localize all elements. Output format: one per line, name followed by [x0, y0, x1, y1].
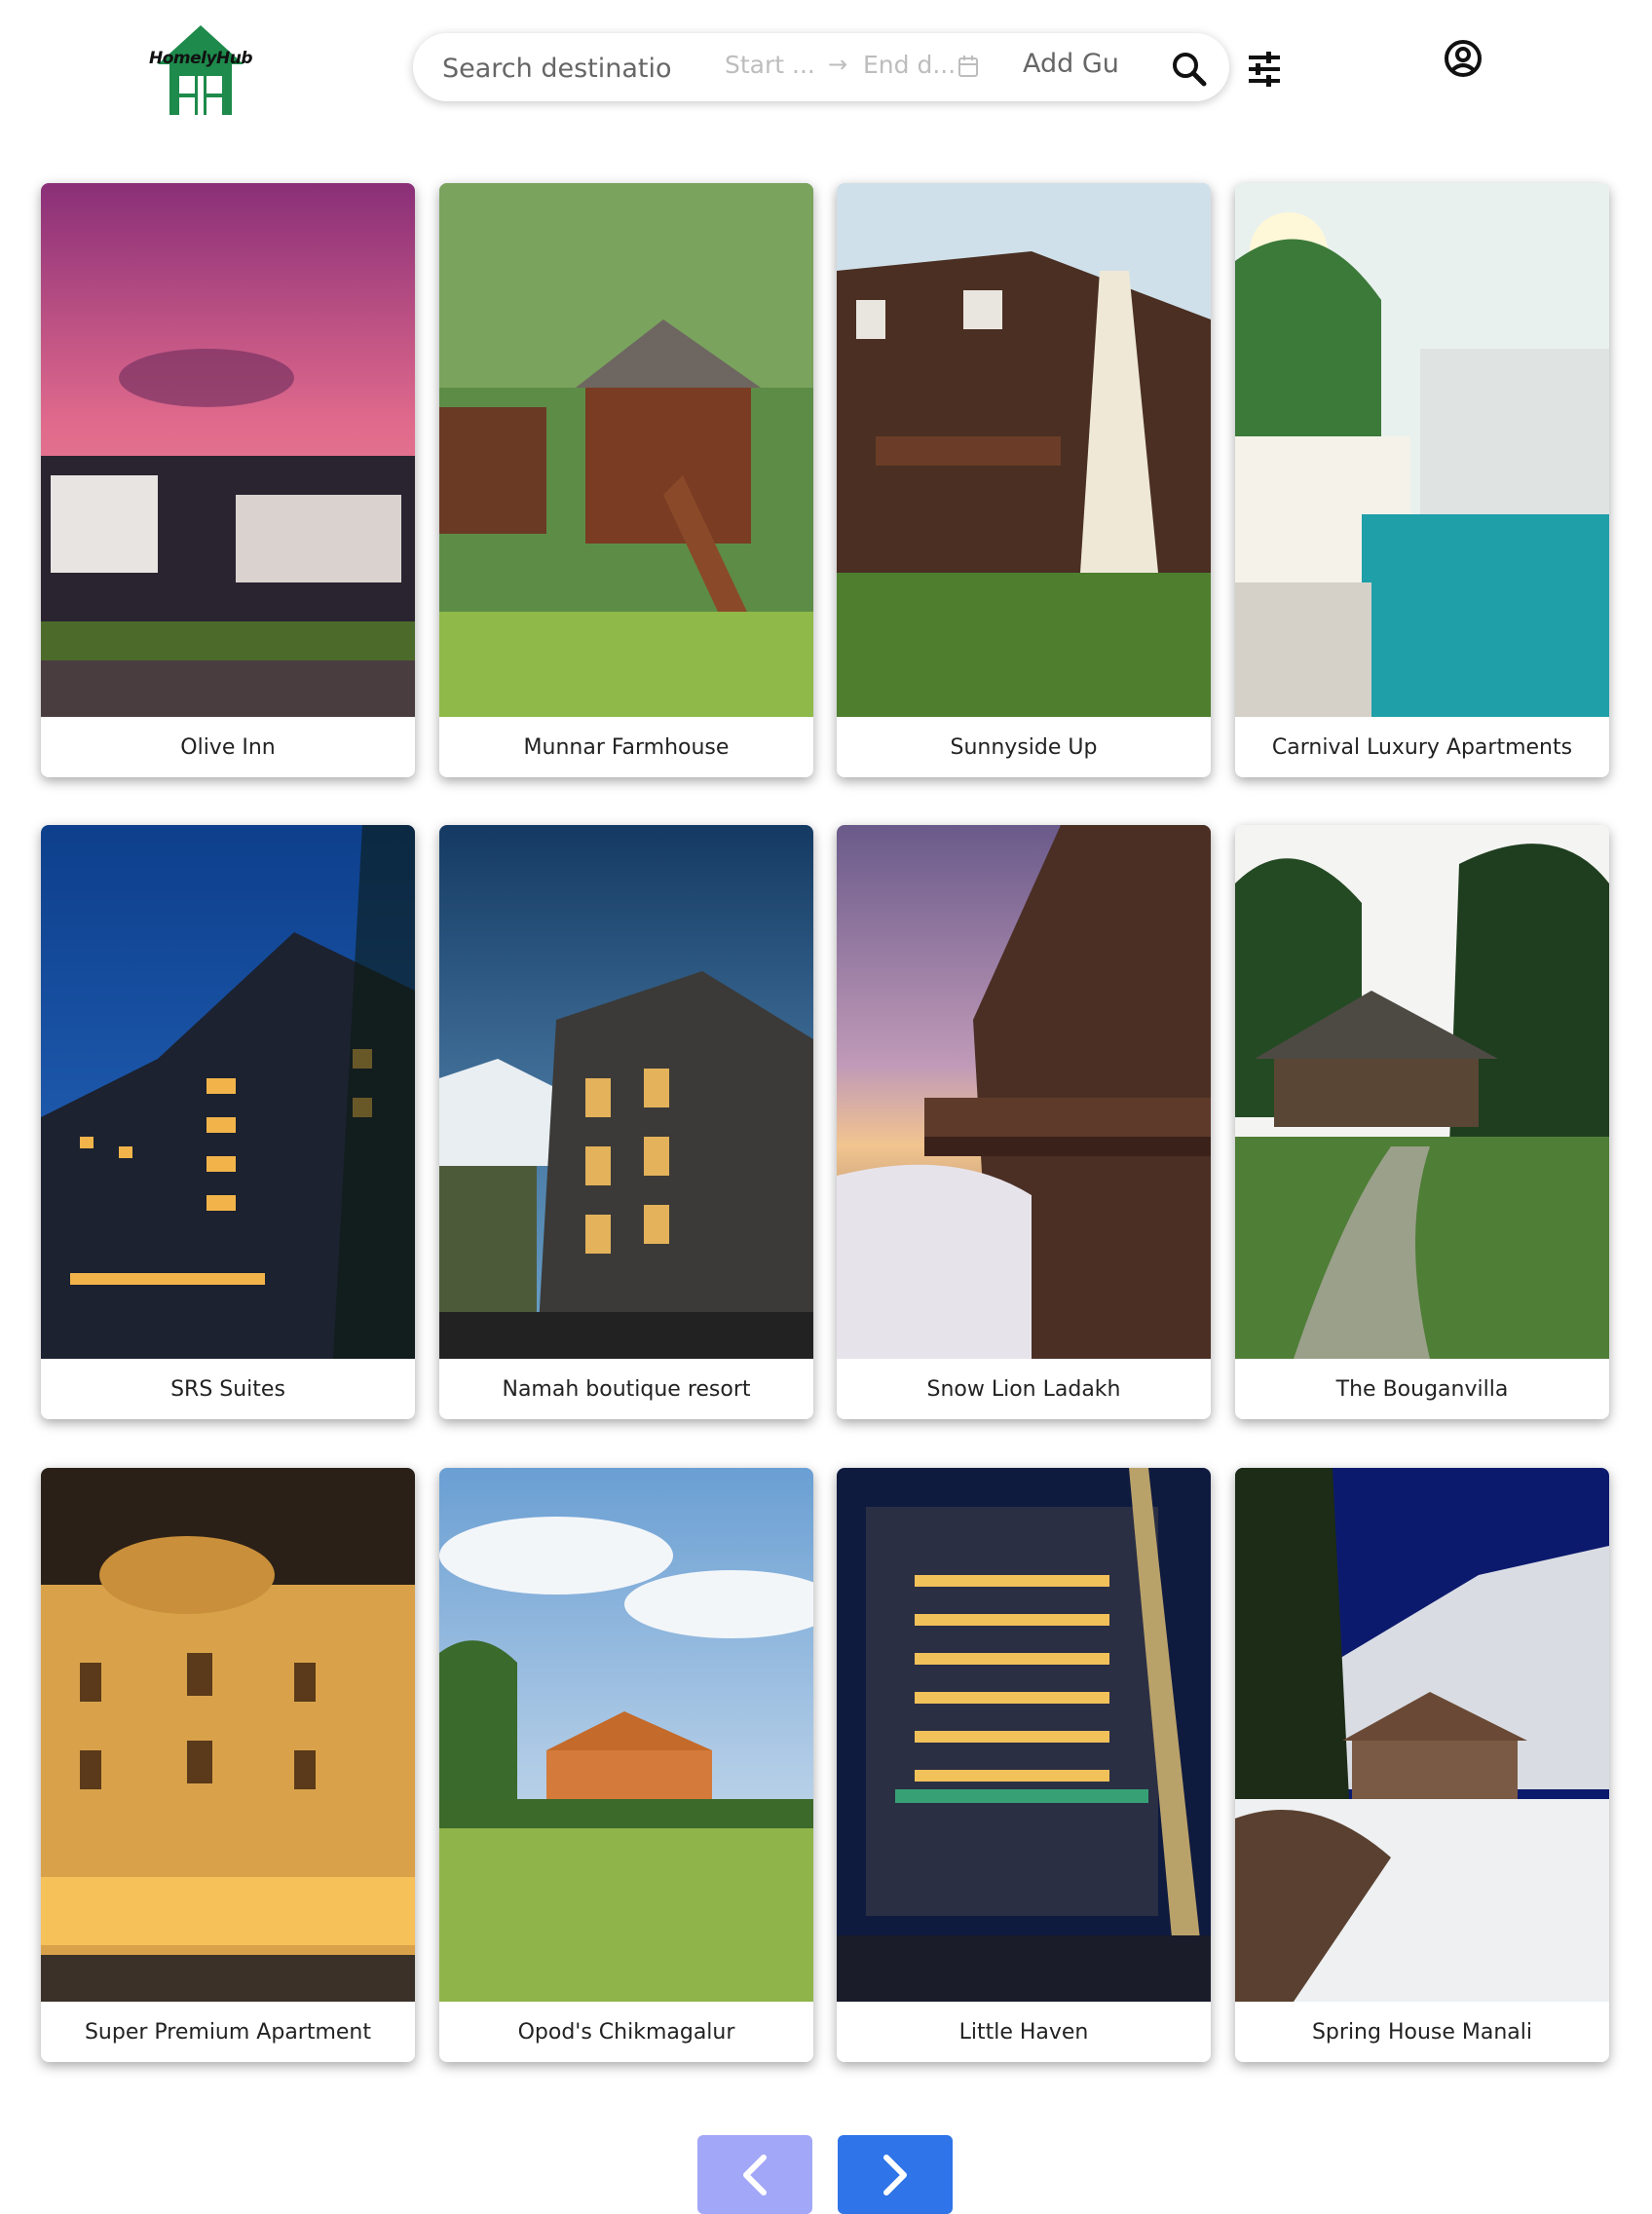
property-card[interactable]: Munnar Farmhouse — [439, 183, 813, 777]
previous-page-button[interactable] — [697, 2135, 812, 2214]
guests-input[interactable]: Add Gu — [1023, 49, 1120, 86]
property-name: Snow Lion Ladakh — [926, 1376, 1121, 1402]
calendar-icon[interactable] — [957, 55, 979, 78]
property-card[interactable]: Sunnyside Up — [837, 183, 1211, 777]
property-photo — [1235, 825, 1609, 1359]
property-card[interactable]: Super Premium Apartment — [41, 1468, 415, 2062]
chevron-left-icon — [743, 2154, 767, 2195]
property-photo — [837, 825, 1211, 1359]
property-name: Spring House Manali — [1311, 2019, 1533, 2045]
property-name: Super Premium Apartment — [84, 2019, 372, 2045]
arrow-right-icon: → — [828, 51, 848, 78]
property-name: The Bouganvilla — [1335, 1376, 1509, 1402]
property-name: SRS Suites — [170, 1376, 285, 1402]
end-date-input[interactable]: End d... — [863, 51, 956, 79]
logo[interactable]: HomelyHub — [144, 21, 257, 117]
property-name: Olive Inn — [180, 734, 276, 760]
property-card[interactable]: The Bouganvilla — [1235, 825, 1609, 1419]
sliders-icon[interactable] — [1247, 51, 1282, 88]
property-card[interactable]: Olive Inn — [41, 183, 415, 777]
property-name: Namah boutique resort — [502, 1376, 751, 1402]
search-bar: Start ... → End d... Add Gu — [413, 33, 1229, 101]
property-photo — [439, 825, 813, 1359]
property-photo — [41, 1468, 415, 2002]
property-name: Munnar Farmhouse — [523, 734, 730, 760]
property-photo — [41, 825, 415, 1359]
destination-search-input[interactable] — [440, 49, 711, 88]
property-photo — [41, 183, 415, 717]
property-photo — [1235, 1468, 1609, 2002]
property-card[interactable]: Opod's Chikmagalur — [439, 1468, 813, 2062]
property-card[interactable]: SRS Suites — [41, 825, 415, 1419]
property-photo — [837, 183, 1211, 717]
logo-text: HomelyHub — [148, 49, 253, 68]
property-name: Opod's Chikmagalur — [517, 2019, 735, 2045]
property-name: Little Haven — [958, 2019, 1089, 2045]
property-photo — [439, 183, 813, 717]
property-card[interactable]: Carnival Luxury Apartments — [1235, 183, 1609, 777]
property-card[interactable]: Namah boutique resort — [439, 825, 813, 1419]
chevron-right-icon — [883, 2154, 907, 2195]
property-card[interactable]: Snow Lion Ladakh — [837, 825, 1211, 1419]
property-photo — [439, 1468, 813, 2002]
property-photo — [1235, 183, 1609, 717]
next-page-button[interactable] — [838, 2135, 953, 2214]
search-icon[interactable] — [1171, 51, 1208, 88]
property-card[interactable]: Spring House Manali — [1235, 1468, 1609, 2062]
house-logo-icon — [158, 25, 244, 115]
start-date-input[interactable]: Start ... — [725, 51, 815, 79]
user-circle-icon[interactable] — [1444, 39, 1483, 78]
property-card[interactable]: Little Haven — [837, 1468, 1211, 2062]
property-name: Carnival Luxury Apartments — [1271, 734, 1573, 760]
property-name: Sunnyside Up — [950, 734, 1098, 760]
property-photo — [837, 1468, 1211, 2002]
